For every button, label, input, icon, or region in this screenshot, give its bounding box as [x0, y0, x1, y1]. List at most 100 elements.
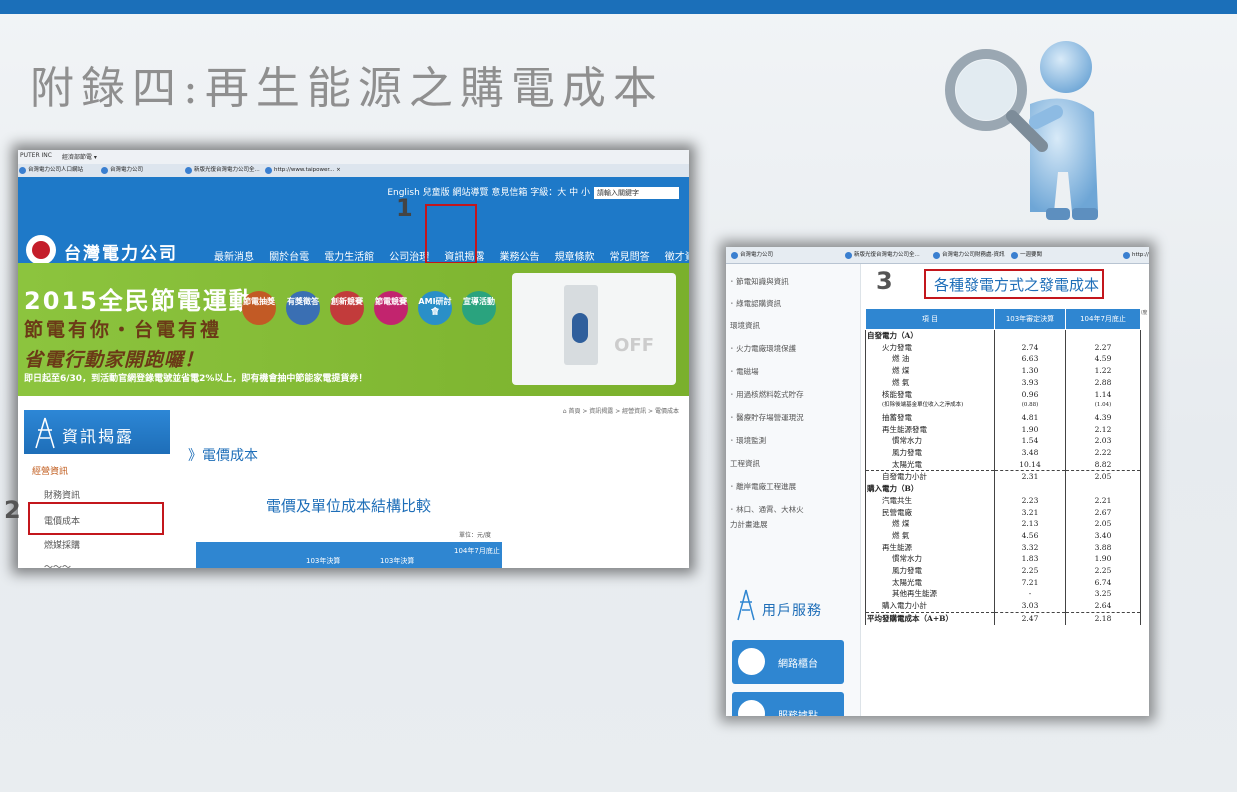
menu-item[interactable]: ･ 火力電廠環境保護 [730, 343, 796, 354]
table-row: 其他再生能源 -3.25 [865, 588, 1141, 601]
cell-value: - [994, 588, 1066, 601]
cell-value: 10.14 [994, 458, 1066, 471]
sidebar-item-fuel[interactable]: 燃媒採購 [44, 538, 80, 551]
browser-tab[interactable]: 台灣電力公司人口網站 [18, 165, 104, 176]
table-row: 風力發電 3.48 2.22 [865, 447, 1141, 459]
cell-value: 6.74 [1065, 576, 1141, 589]
unit-label: 單位：元/度 [459, 532, 492, 539]
table-row: 再生能源 3.32 3.88 [865, 541, 1141, 554]
browser-tab[interactable]: 台灣電力公司 [730, 250, 820, 261]
banner-headline: 2015全民節電運動 [24, 287, 255, 315]
location-icon [738, 700, 765, 716]
nav-item[interactable]: 常見問答 [610, 248, 650, 263]
cell-value: 1.30 [994, 365, 1066, 377]
menu-item-cont[interactable]: 力計畫進展 [730, 519, 768, 530]
left-menu: ･ 節電知識與資訊 ･ 綠電認購資訊 環境資訊 ･ 火力電廠環境保護 ･ 電磁場… [726, 264, 861, 716]
cell-value: (1.04) [1065, 400, 1141, 412]
cell-value: 3.88 [1065, 541, 1141, 554]
campaign-banner[interactable]: 2015全民節電運動 節電有你・台電有禮 省電行動家開跑囉！ 即日起至6/30，… [18, 263, 689, 396]
cell-value: 2.47 [994, 611, 1066, 625]
cell-value: 2.05 [1065, 518, 1141, 530]
banner-subheadline: 省電行動家開跑囉！ [24, 349, 205, 371]
row-label: 再生能源發電 [865, 423, 995, 436]
browser-tab[interactable]: 台灣電力公司財務處-資訊 [932, 250, 1016, 261]
table-row: 購入電力（B） [865, 483, 1141, 495]
browser-tab[interactable]: 新版光復台灣電力公司全... [184, 165, 272, 176]
user-service-heading: 用戶服務 [732, 584, 850, 628]
row-label: 風力發電 [865, 565, 995, 577]
favorites-item[interactable]: PUTER INC [20, 152, 52, 159]
menu-section-engineering[interactable]: 工程資訊 [730, 458, 760, 469]
cell-value: 2.27 [1065, 341, 1141, 354]
content-subtitle: 電價及單位成本結構比較 [266, 497, 432, 515]
site-search-input[interactable]: 請輸入關鍵字 [594, 186, 679, 199]
menu-item[interactable]: ･ 綠電認購資訊 [730, 298, 781, 309]
taipower-logo-icon[interactable] [26, 235, 56, 265]
row-label: 平均發購電成本（A+B） [865, 611, 995, 625]
browser-tab-active[interactable]: http://www.taipower... × [264, 165, 364, 176]
generation-cost-screenshot: 台灣電力公司 新版光復台灣電力公司全... 台灣電力公司財務處-資訊 一週要聞 … [726, 247, 1149, 716]
nav-item[interactable]: 規章條款 [555, 248, 595, 263]
online-counter-button[interactable]: 網路櫃台 [732, 640, 844, 684]
browser-favorites-bar: PUTER INC 經濟部節電 ▾ [18, 150, 689, 165]
row-label: (扣除後端基金單位收入之淨成本) [865, 400, 995, 412]
row-label: 自發電力小計 [865, 470, 995, 484]
table-row: 再生能源發電 1.90 2.12 [865, 423, 1141, 436]
table-header: 103年決算 [380, 557, 415, 565]
sidebar-item-finance[interactable]: 財務資訊 [44, 488, 80, 501]
browser-tab[interactable]: 新版光復台灣電力公司全... [844, 250, 944, 261]
cell-value: 2.23 [994, 494, 1066, 507]
table-header: 104年7月底止 [454, 547, 500, 555]
nav-item[interactable]: 關於台電 [269, 248, 309, 263]
menu-item[interactable]: ･ 醫療貯存場營運現況 [730, 412, 804, 423]
cell-value: 4.39 [1065, 411, 1141, 424]
cell-value: 3.03 [994, 600, 1066, 613]
badge-icon: 宣導活動 [462, 291, 496, 325]
menu-item[interactable]: ･ 用過核燃料乾式貯存 [730, 389, 804, 400]
favorites-item[interactable]: 經濟部節電 ▾ [62, 152, 97, 161]
menu-section-env[interactable]: 環境資訊 [730, 320, 760, 331]
row-label: 風力發電 [865, 447, 995, 459]
cell-value: 2.18 [1065, 611, 1141, 625]
magnifier-figure-icon [945, 41, 1098, 220]
cell-value: 3.32 [994, 541, 1066, 554]
step-marker-2: 2 [4, 496, 21, 524]
menu-item[interactable]: ･ 電磁場 [730, 366, 759, 377]
banner-tagline: 節電有你・台電有禮 [24, 319, 223, 341]
browser-tab[interactable]: http:// [1122, 250, 1149, 261]
table-row: 燃 油 6.63 4.59 [865, 353, 1141, 366]
cell-value: 1.14 [1065, 388, 1141, 401]
menu-item[interactable]: ･ 林口、通霄、大林火 [730, 504, 804, 515]
table-row: 燃 煤 2.13 2.05 [865, 518, 1141, 530]
utility-links[interactable]: English 兒童版 網站導覽 意見信箱 字級：大 中 小請輸入關鍵字 [387, 185, 679, 199]
table-row: 自發電力小計 2.31 2.05 [865, 470, 1141, 484]
table-header: 103年審定決算 [994, 308, 1066, 330]
menu-item[interactable]: ･ 離岸電廠工程進展 [730, 481, 796, 492]
browser-tab-bar: 台灣電力公司 新版光復台灣電力公司全... 台灣電力公司財務處-資訊 一週要聞 … [726, 247, 1149, 264]
sidebar-item-more[interactable]: ～～～ [44, 560, 71, 568]
cell-value: 2.22 [1065, 447, 1141, 459]
nav-item[interactable]: 徵才資訊 [665, 248, 689, 263]
service-location-button[interactable]: 服務據點 [732, 692, 844, 716]
browser-tab[interactable]: 一週要聞 [1010, 250, 1090, 261]
row-label: 購入電力小計 [865, 600, 995, 613]
breadcrumb[interactable]: ⌂ 首頁 > 資訊揭露 > 經營資訊 > 電價成本 [563, 406, 679, 415]
cell-value: 3.93 [994, 376, 1066, 389]
cell-value: 0.96 [994, 388, 1066, 401]
row-label: 燃 氣 [865, 376, 995, 389]
row-label: 民營電廠 [865, 506, 995, 519]
nav-item[interactable]: 業務公告 [499, 248, 539, 263]
menu-item[interactable]: ･ 節電知識與資訊 [730, 276, 789, 287]
sidebar-item-operations[interactable]: 經營資訊 [32, 464, 68, 477]
nav-item[interactable]: 公司治理 [389, 248, 429, 263]
nav-item[interactable]: 最新消息 [214, 248, 254, 263]
browser-tab[interactable]: 台灣電力公司 [100, 165, 182, 176]
nav-item[interactable]: 電力生活館 [324, 248, 374, 263]
row-label: 燃 煤 [865, 365, 995, 377]
menu-item[interactable]: ･ 環境監測 [730, 435, 766, 446]
browser-tab-bar: 台灣電力公司人口網站 台灣電力公司 新版光復台灣電力公司全... http://… [18, 164, 689, 178]
badge-icon: 有獎徵答 [286, 291, 320, 325]
site-logo-text[interactable]: 台灣電力公司 [64, 239, 178, 264]
cell-value: 6.63 [994, 353, 1066, 366]
row-label: 購入電力（B） [865, 483, 995, 495]
